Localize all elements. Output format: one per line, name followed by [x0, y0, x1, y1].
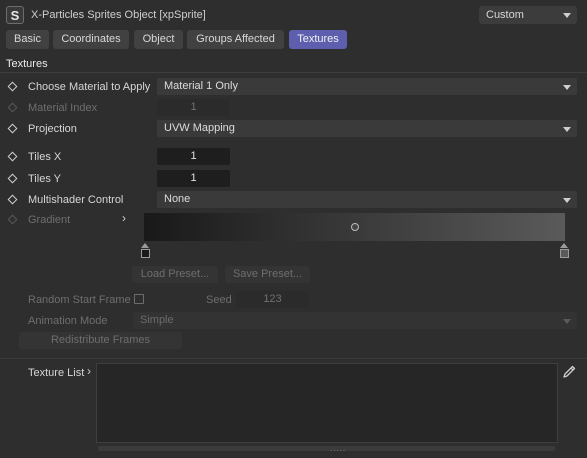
sprite-object-icon: S — [6, 6, 24, 24]
random-start-frame-label: Random Start Frame — [28, 294, 131, 306]
animation-mode-label: Animation Mode — [28, 315, 108, 327]
keyframe-diamond-icon[interactable] — [7, 194, 18, 205]
chevron-down-icon — [563, 84, 571, 90]
material-index-field: 1 — [157, 99, 230, 116]
tiles-x-field[interactable]: 1 — [157, 148, 230, 165]
multishader-label: Multishader Control — [28, 194, 124, 206]
tab-coordinates[interactable]: Coordinates — [53, 30, 129, 49]
projection-dropdown[interactable]: UVW Mapping — [157, 120, 577, 137]
preset-dropdown-value: Custom — [486, 9, 524, 21]
seed-field[interactable]: 123 — [236, 291, 309, 308]
multishader-dropdown[interactable]: None — [157, 191, 577, 208]
keyframe-diamond-icon[interactable] — [7, 173, 18, 184]
keyframe-diamond-icon[interactable] — [7, 81, 18, 92]
object-title: X-Particles Sprites Object [xpSprite] — [31, 9, 206, 21]
gradient-knot-handle[interactable] — [351, 223, 359, 231]
choose-material-value: Material 1 Only — [164, 80, 238, 92]
gradient-stop-end-swatch[interactable] — [560, 249, 569, 258]
gradient-stop-start-icon[interactable] — [141, 243, 149, 248]
chevron-down-icon — [563, 197, 571, 203]
animation-mode-dropdown[interactable]: Simple — [133, 312, 577, 329]
keyframe-diamond-icon — [7, 214, 18, 225]
choose-material-dropdown[interactable]: Material 1 Only — [157, 78, 577, 95]
keyframe-diamond-icon — [7, 102, 18, 113]
section-title: Textures — [6, 58, 48, 70]
choose-material-label: Choose Material to Apply — [28, 81, 151, 93]
gradient-stop-start-swatch[interactable] — [141, 249, 150, 258]
save-preset-button[interactable]: Save Preset... — [225, 266, 310, 283]
tab-textures[interactable]: Textures — [289, 30, 347, 49]
keyframe-diamond-icon[interactable] — [7, 123, 18, 134]
texture-list-resize-bar[interactable] — [98, 446, 555, 451]
animation-mode-value: Simple — [140, 314, 174, 326]
chevron-right-icon[interactable]: › — [87, 364, 91, 378]
redistribute-frames-button[interactable]: Redistribute Frames — [19, 332, 182, 349]
projection-value: UVW Mapping — [164, 122, 235, 134]
keyframe-diamond-icon[interactable] — [7, 151, 18, 162]
resize-grip-icon[interactable]: ..... — [330, 445, 346, 453]
random-start-frame-checkbox[interactable] — [134, 294, 144, 304]
tiles-x-label: Tiles X — [28, 151, 62, 163]
tab-object[interactable]: Object — [134, 30, 183, 49]
chevron-down-icon — [563, 13, 571, 18]
tab-basic[interactable]: Basic — [6, 30, 49, 49]
load-preset-button[interactable]: Load Preset... — [132, 266, 218, 283]
multishader-value: None — [164, 193, 191, 205]
texture-list-box[interactable] — [96, 363, 558, 443]
seed-label: Seed — [206, 294, 232, 306]
projection-label: Projection — [28, 123, 77, 135]
gradient-label: Gradient — [28, 214, 71, 226]
pencil-icon[interactable] — [561, 364, 577, 380]
chevron-down-icon — [563, 318, 571, 324]
chevron-down-icon — [563, 126, 571, 132]
tab-groups-affected[interactable]: Groups Affected — [187, 30, 284, 49]
texture-list-label: Texture List — [28, 367, 85, 379]
tiles-y-field[interactable]: 1 — [157, 170, 230, 187]
preset-dropdown[interactable]: Custom — [479, 6, 577, 24]
texture-divider — [0, 358, 587, 359]
material-index-label: Material Index — [28, 102, 98, 114]
chevron-right-icon[interactable]: › — [122, 211, 126, 225]
section-divider — [0, 72, 587, 73]
gradient-stop-end-icon[interactable] — [560, 243, 568, 248]
tiles-y-label: Tiles Y — [28, 173, 62, 185]
